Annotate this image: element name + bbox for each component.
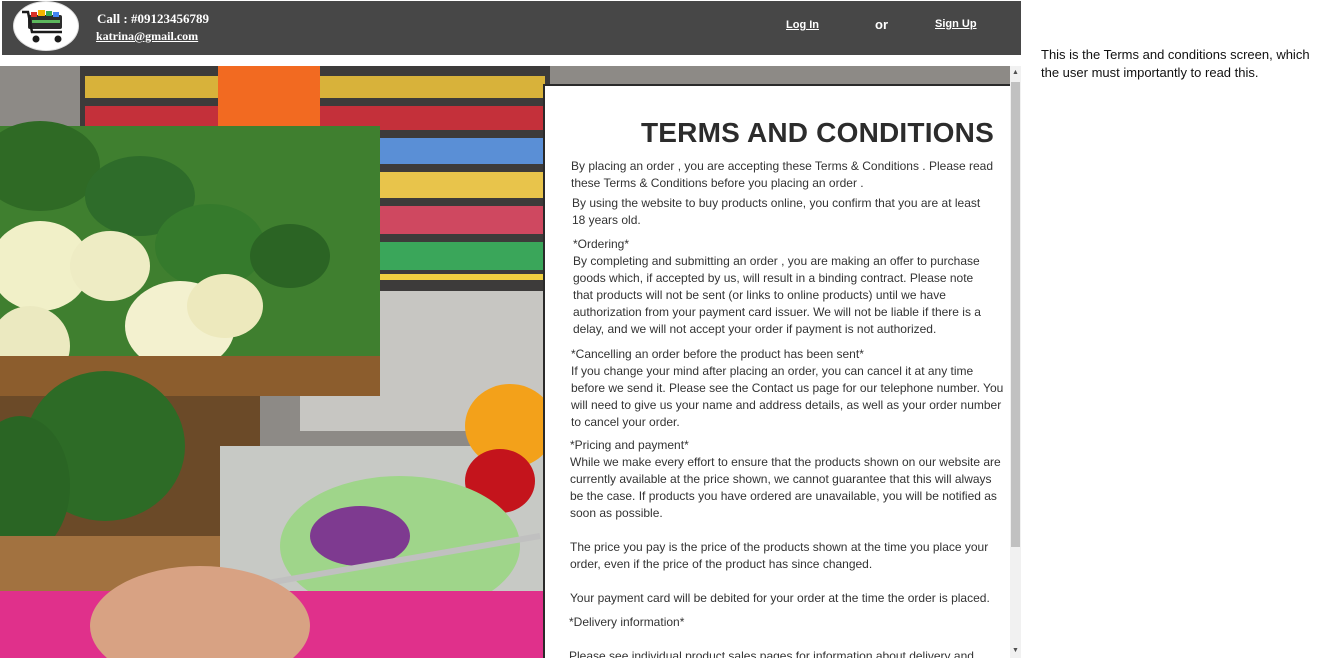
ordering-body: By completing and submitting an order , … (573, 254, 981, 336)
terms-paragraph-acceptance: By placing an order , you are accepting … (571, 159, 994, 190)
cancel-heading: *Cancelling an order before the product … (571, 347, 864, 361)
login-link[interactable]: Log In (786, 19, 819, 31)
ordering-heading: *Ordering* (573, 237, 630, 251)
or-separator: or (875, 17, 888, 32)
pricing-body-3: Your payment card will be debited for yo… (570, 591, 990, 605)
scroll-down-arrow-icon[interactable]: ▼ (1010, 644, 1021, 658)
side-annotation: This is the Terms and conditions screen,… (1041, 47, 1310, 80)
pricing-body: While we make every effort to ensure tha… (570, 455, 1001, 520)
delivery-body: Please see individual product sales page… (569, 649, 974, 658)
contact-email-link[interactable]: katrina@gmail.com (96, 29, 198, 44)
terms-scrollbar[interactable]: ▲ ▼ (1010, 66, 1021, 658)
terms-title: TERMS AND CONDITIONS (641, 117, 994, 148)
scroll-thumb[interactable] (1011, 82, 1020, 547)
terms-paragraph-age: By using the website to buy products onl… (572, 196, 981, 227)
pricing-body-2: The price you pay is the price of the pr… (570, 540, 989, 571)
terms-panel: TERMS AND CONDITIONS By placing an order… (543, 84, 1010, 658)
signup-link[interactable]: Sign Up (935, 18, 977, 30)
cancel-body: If you change your mind after placing an… (571, 364, 1004, 429)
top-header: Call : #09123456789 katrina@gmail.com Lo… (2, 1, 1021, 55)
delivery-heading: *Delivery information* (569, 615, 685, 629)
contact-phone: Call : #09123456789 (97, 11, 209, 26)
scroll-up-arrow-icon[interactable]: ▲ (1010, 66, 1021, 80)
shopping-cart-logo[interactable] (13, 1, 79, 51)
pricing-heading: *Pricing and payment* (570, 438, 689, 452)
